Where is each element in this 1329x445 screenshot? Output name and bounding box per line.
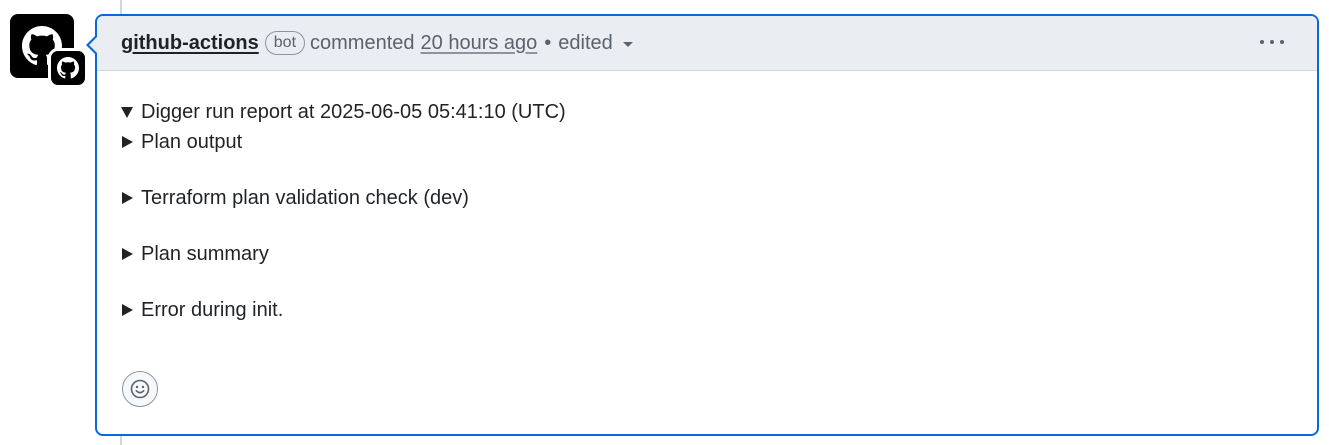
details-summary: Error during init. [141, 298, 284, 321]
action-text: commented [310, 31, 415, 54]
bot-label: bot [264, 31, 306, 55]
comment-body: Digger run report at 2025-06-05 05:41:10… [97, 71, 1317, 325]
details-summary: Plan summary [141, 242, 269, 265]
triangle-right-icon [122, 248, 133, 260]
edited-label: edited [558, 31, 613, 54]
details-validation-check[interactable]: Terraform plan validation check (dev) [121, 183, 1317, 213]
chevron-down-icon [622, 42, 633, 47]
separator: • [544, 31, 552, 54]
author-link[interactable]: github-actions [121, 32, 259, 55]
kebab-horizontal-icon[interactable] [1257, 29, 1287, 55]
triangle-right-icon [122, 192, 133, 204]
comment-box: github-actions bot commented 20 hours ag… [86, 14, 1319, 436]
triangle-down-icon [121, 106, 133, 118]
edited-dropdown[interactable]: edited [558, 32, 633, 55]
triangle-right-icon [122, 304, 133, 316]
smiley-icon [130, 379, 150, 399]
triangle-right-icon [122, 136, 133, 148]
timestamp-link[interactable]: 20 hours ago [421, 32, 538, 55]
details-plan-output[interactable]: Plan output [121, 127, 1317, 157]
github-mark-icon [57, 57, 79, 79]
add-reaction-button[interactable] [122, 371, 158, 407]
details-summary: Terraform plan validation check (dev) [141, 186, 469, 209]
details-error-init[interactable]: Error during init. [121, 295, 1317, 325]
details-summary: Plan output [141, 130, 243, 153]
report-title: Digger run report at 2025-06-05 05:41:10… [141, 100, 566, 123]
report-details[interactable]: Digger run report at 2025-06-05 05:41:10… [121, 97, 1317, 127]
details-plan-summary[interactable]: Plan summary [121, 239, 1317, 269]
comment-header: github-actions bot commented 20 hours ag… [97, 16, 1317, 71]
app-badge [48, 48, 88, 88]
author-avatar[interactable] [10, 14, 88, 88]
